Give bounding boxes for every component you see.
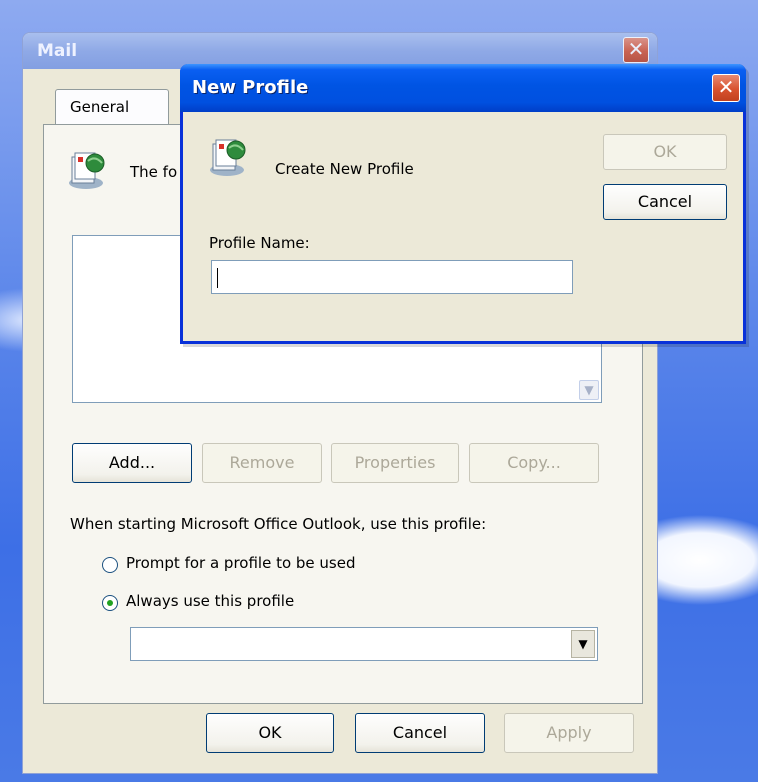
add-profile-button[interactable]: Add...: [72, 443, 192, 483]
tab-general[interactable]: General: [55, 89, 169, 125]
new-profile-ok-button[interactable]: OK: [603, 134, 727, 170]
startup-profile-label: When starting Microsoft Office Outlook, …: [70, 515, 487, 533]
new-profile-title: New Profile: [192, 77, 309, 98]
new-profile-close-button[interactable]: ✕: [712, 74, 740, 102]
close-icon: ✕: [627, 37, 645, 61]
text-caret: [217, 268, 218, 288]
close-icon: ✕: [717, 75, 735, 99]
profile-name-input[interactable]: [211, 260, 573, 294]
profile-select[interactable]: ▼: [130, 627, 598, 661]
profile-select-dropdown-button[interactable]: ▼: [571, 630, 595, 658]
chevron-down-icon: ▼: [578, 637, 588, 651]
tab-general-label: General: [70, 98, 130, 116]
prompt-profile-radio[interactable]: [102, 557, 118, 573]
apply-button[interactable]: Apply: [504, 713, 634, 753]
mail-close-button[interactable]: ✕: [623, 37, 649, 63]
new-profile-dialog: New Profile ✕ Create New Profile OK Canc…: [180, 64, 746, 344]
profiles-description: The fo: [130, 163, 178, 181]
mail-window-title: Mail: [37, 41, 78, 61]
always-use-profile-radio[interactable]: [102, 595, 118, 611]
new-profile-cancel-button[interactable]: Cancel: [603, 184, 727, 220]
copy-profile-button[interactable]: Copy...: [469, 443, 599, 483]
profile-name-label: Profile Name:: [209, 234, 310, 252]
mail-profile-icon: [210, 139, 246, 176]
always-use-profile-label: Always use this profile: [126, 592, 295, 610]
remove-profile-button[interactable]: Remove: [202, 443, 322, 483]
create-new-profile-heading: Create New Profile: [275, 160, 414, 178]
mail-profile-icon: [69, 152, 105, 189]
ok-button[interactable]: OK: [206, 713, 334, 753]
chevron-down-icon: ▼: [584, 383, 594, 397]
cancel-button[interactable]: Cancel: [355, 713, 485, 753]
prompt-profile-label: Prompt for a profile to be used: [126, 554, 356, 572]
properties-button[interactable]: Properties: [331, 443, 459, 483]
listbox-scroll-down[interactable]: ▼: [579, 380, 599, 400]
new-profile-titlebar[interactable]: New Profile ✕: [180, 64, 746, 112]
